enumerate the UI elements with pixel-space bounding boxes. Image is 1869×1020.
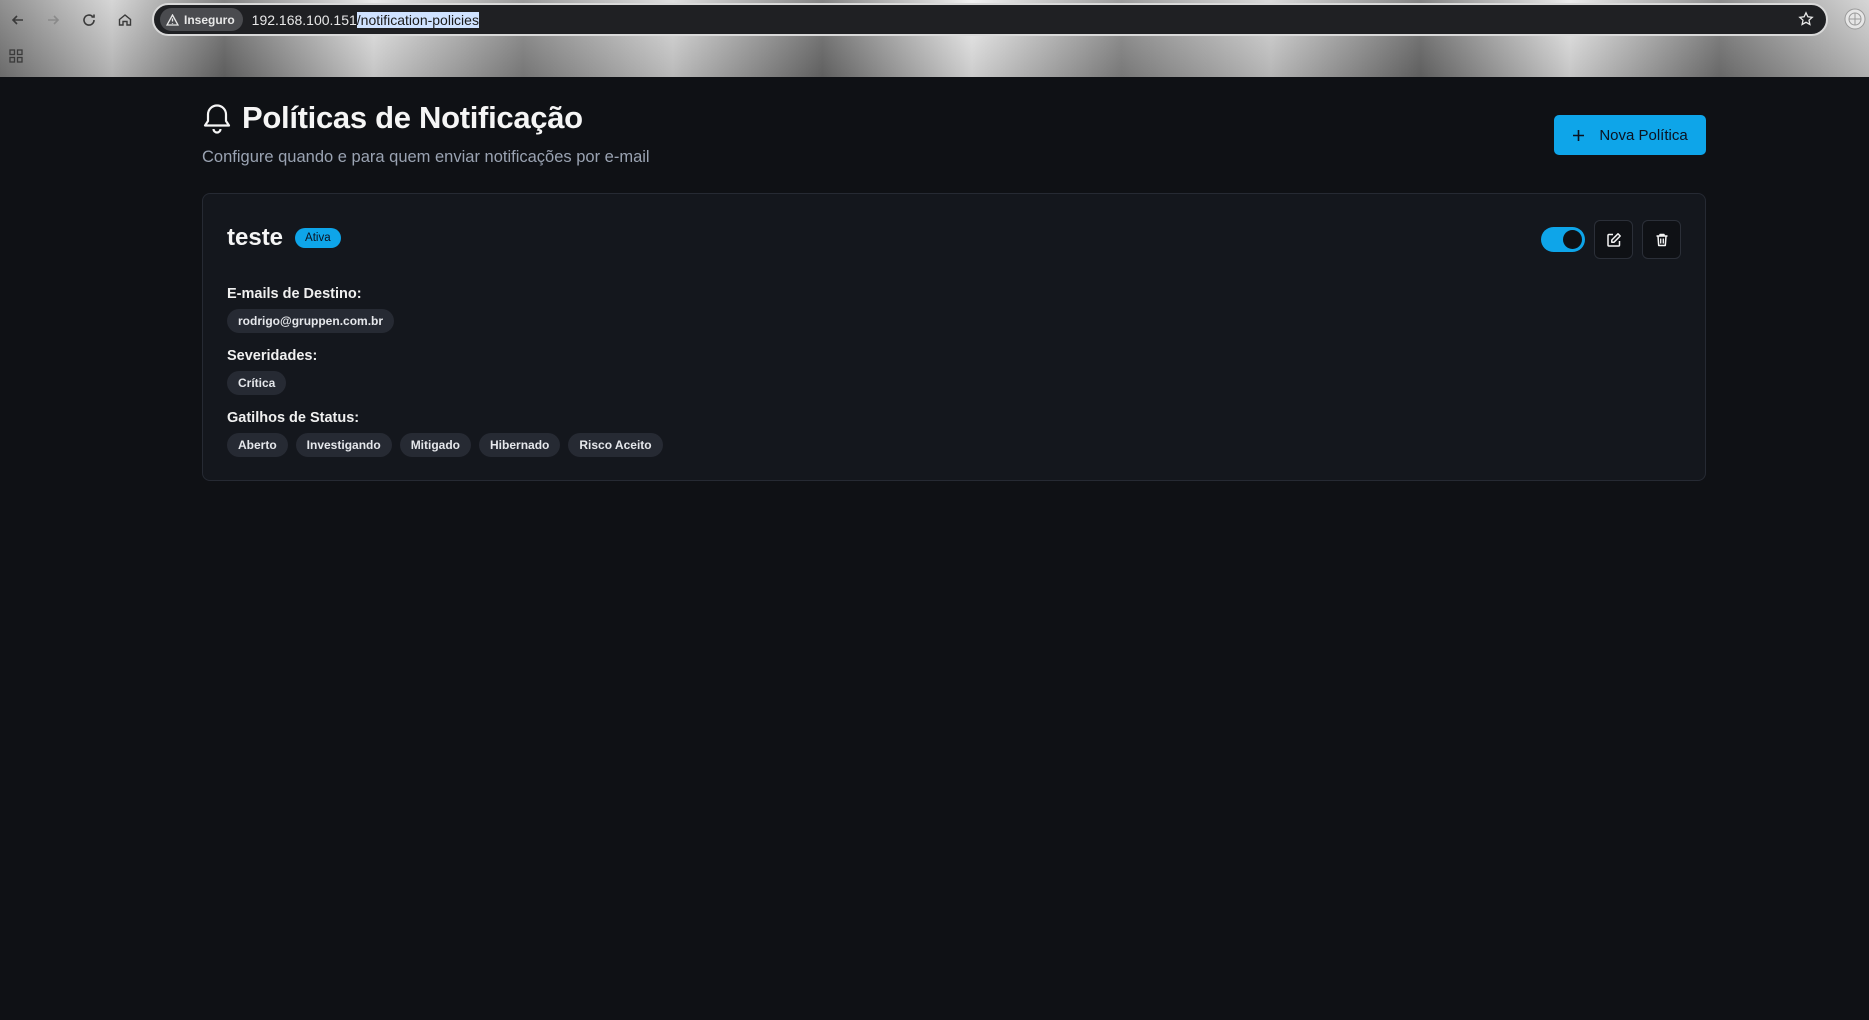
- star-icon: [1798, 11, 1814, 26]
- new-policy-label: Nova Política: [1599, 126, 1688, 144]
- new-policy-button[interactable]: Nova Política: [1554, 115, 1706, 155]
- trash-icon: [1656, 233, 1667, 246]
- reload-button[interactable]: [77, 8, 101, 32]
- edit-policy-button[interactable]: [1594, 220, 1633, 259]
- forward-button[interactable]: [41, 8, 65, 32]
- trigger-chip: Aberto: [227, 433, 288, 457]
- home-icon: [118, 14, 132, 26]
- severities-label: Severidades:: [227, 348, 318, 364]
- edit-icon: [1606, 232, 1621, 247]
- delete-policy-button[interactable]: [1642, 220, 1681, 259]
- url-host: 192.168.100.151: [251, 11, 357, 28]
- trigger-chip: Risco Aceito: [568, 433, 663, 457]
- page-header: Políticas de Notificação Configure quand…: [202, 100, 650, 167]
- profile-icon: [1844, 8, 1866, 30]
- back-button[interactable]: [6, 8, 30, 32]
- emails-label: E-mails de Destino:: [227, 286, 362, 302]
- reload-icon: [83, 14, 95, 26]
- page-subtitle: Configure quando e para quem enviar noti…: [202, 148, 650, 166]
- insecure-label: Inseguro: [184, 12, 235, 27]
- severity-chip: Crítica: [227, 371, 287, 395]
- forward-arrow-icon: [48, 15, 60, 25]
- trigger-chip: Hibernado: [479, 433, 561, 457]
- warning-icon: [166, 13, 179, 26]
- home-button[interactable]: [113, 8, 137, 32]
- toggle-knob: [1563, 230, 1582, 249]
- security-indicator[interactable]: Inseguro: [160, 8, 243, 31]
- policy-card: teste Ativa E-mails de Destino: rodrigo@…: [202, 193, 1706, 481]
- emails-section: E-mails de Destino: rodrigo@gruppen.com.…: [227, 286, 395, 333]
- back-arrow-icon: [11, 15, 23, 25]
- policy-name: teste: [227, 224, 284, 251]
- apps-grid-icon: [9, 49, 23, 63]
- email-chip: rodrigo@gruppen.com.br: [227, 309, 395, 333]
- triggers-label: Gatilhos de Status:: [227, 410, 360, 426]
- triggers-section: Gatilhos de Status: Aberto Investigando …: [227, 410, 663, 457]
- trigger-chip: Investigando: [295, 433, 392, 457]
- trigger-chip: Mitigado: [399, 433, 472, 457]
- url-path: /notification-policies: [356, 11, 479, 28]
- bookmark-button[interactable]: [1798, 11, 1814, 32]
- bell-icon: [203, 104, 231, 134]
- page-title: Políticas de Notificação: [242, 100, 583, 135]
- apps-button[interactable]: [8, 48, 24, 69]
- status-badge: Ativa: [295, 228, 341, 248]
- plus-icon: [1573, 129, 1585, 141]
- policy-enabled-toggle[interactable]: [1541, 227, 1585, 252]
- address-bar[interactable]: Inseguro 192.168.100.151/notification-po…: [152, 3, 1828, 36]
- profile-button[interactable]: [1844, 8, 1866, 35]
- url-text[interactable]: 192.168.100.151/notification-policies: [251, 11, 479, 28]
- severities-section: Severidades: Crítica: [227, 348, 317, 395]
